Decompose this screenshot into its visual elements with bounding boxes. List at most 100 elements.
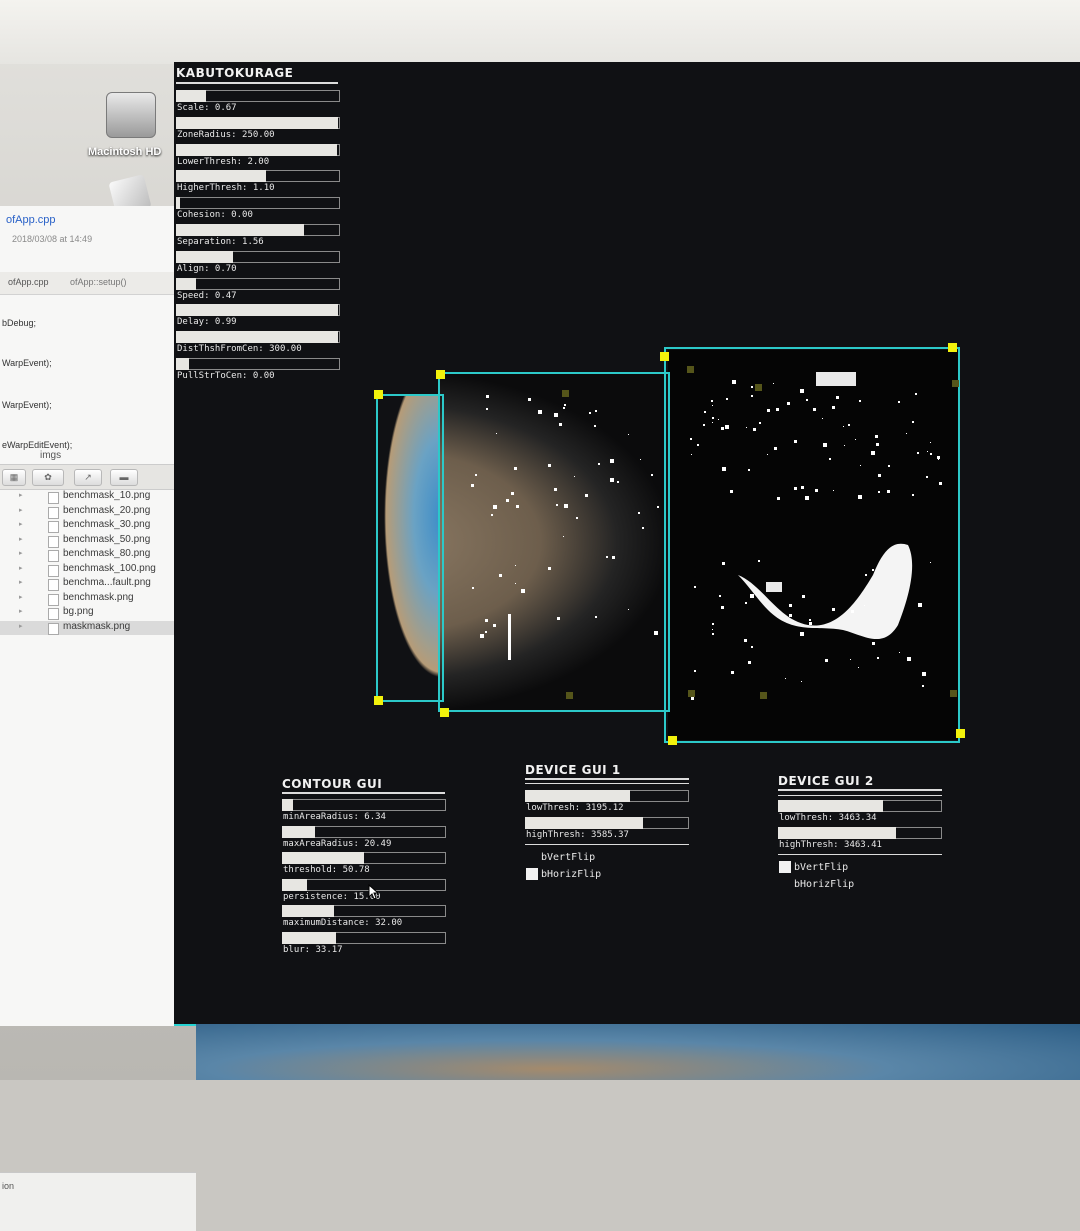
midpoint-handle[interactable] (687, 366, 694, 373)
corner-handle[interactable] (660, 352, 669, 361)
file-list-item[interactable]: ▸ benchmask_100.png (0, 563, 190, 578)
file-title[interactable]: ofApp.cpp (6, 214, 56, 226)
slider-fill[interactable] (176, 116, 338, 129)
disclosure-triangle-icon[interactable]: ▸ (19, 593, 23, 601)
midpoint-handle[interactable] (688, 690, 695, 697)
corner-handle[interactable] (374, 390, 383, 399)
disclosure-triangle-icon[interactable]: ▸ (19, 607, 23, 615)
toggle-label[interactable]: bHorizFlip (794, 879, 854, 890)
warp-quad-2[interactable] (438, 372, 670, 712)
slider-fill[interactable] (282, 799, 293, 811)
slider-label: threshold: 50.78 (283, 865, 370, 875)
warp-quad-1[interactable] (376, 394, 444, 702)
hard-drive-icon[interactable] (106, 92, 156, 138)
slider-fill[interactable] (176, 197, 180, 210)
slider-track[interactable] (176, 197, 340, 210)
slider-fill[interactable] (778, 827, 896, 839)
kabuto-gui-title: KABUTOKURAGE (176, 66, 294, 80)
disclosure-triangle-icon[interactable]: ▸ (19, 520, 23, 528)
toggle-checkbox[interactable] (779, 878, 791, 890)
toggle-checkbox[interactable] (779, 861, 791, 873)
file-name: benchmask_50.png (63, 533, 151, 545)
tag-icon[interactable]: ▬ (110, 469, 138, 486)
file-list-item[interactable]: ▸ benchmask_30.png (0, 519, 190, 534)
contour-gui-title: CONTOUR GUI (282, 777, 383, 791)
tab-ofapp-cpp[interactable]: ofApp.cpp (8, 277, 49, 287)
tab-ofapp-setup[interactable]: ofApp::setup() (70, 277, 127, 287)
menu-bar (0, 0, 1080, 64)
slider-fill[interactable] (176, 90, 206, 102)
device-gui-1-rule-2 (525, 783, 689, 784)
midpoint-handle[interactable] (566, 692, 573, 699)
file-list-item[interactable]: ▸ benchmask_10.png (0, 490, 190, 505)
slider-fill[interactable] (525, 817, 643, 829)
slider-fill[interactable] (282, 931, 336, 944)
share-icon[interactable]: ↗ (74, 469, 102, 486)
file-list-item[interactable]: ▸ benchmask_50.png (0, 534, 190, 549)
slider-label: Scale: 0.67 (177, 103, 237, 113)
slider-fill[interactable] (176, 277, 196, 290)
corner-handle[interactable] (374, 696, 383, 705)
code-line: WarpEvent); (2, 400, 52, 410)
toggle-checkbox[interactable] (526, 868, 538, 880)
disclosure-triangle-icon[interactable]: ▸ (19, 549, 23, 557)
slider-label: lowThresh: 3195.12 (526, 803, 624, 813)
warp-quad-3[interactable] (664, 347, 960, 743)
toggle-label[interactable]: bVertFlip (794, 862, 848, 873)
device-gui-2-title: DEVICE GUI 2 (778, 774, 874, 788)
toggle-label[interactable]: bVertFlip (541, 852, 595, 863)
slider-fill[interactable] (176, 143, 337, 156)
contour-gui-rule (282, 792, 445, 794)
file-list-item[interactable]: ▸ benchmask.png (0, 592, 190, 607)
midpoint-handle[interactable] (562, 390, 569, 397)
slider-fill[interactable] (282, 878, 307, 891)
disclosure-triangle-icon[interactable]: ▸ (19, 578, 23, 586)
png-file-icon (48, 564, 59, 577)
slider-fill[interactable] (176, 224, 304, 236)
slider-fill[interactable] (176, 304, 338, 317)
file-list-item[interactable]: ▸ benchma...fault.png (0, 577, 190, 592)
file-list-item[interactable]: ▸ bg.png (0, 606, 190, 621)
midpoint-handle[interactable] (952, 380, 959, 387)
file-list-item[interactable]: ▸ benchmask_20.png (0, 505, 190, 520)
slider-label: persistence: 15.00 (283, 891, 381, 902)
disclosure-triangle-icon[interactable]: ▸ (19, 622, 23, 630)
slider-fill[interactable] (176, 358, 189, 370)
corner-handle[interactable] (956, 729, 965, 738)
slider-fill[interactable] (176, 331, 338, 344)
slider-fill[interactable] (282, 905, 334, 917)
disclosure-triangle-icon[interactable]: ▸ (19, 506, 23, 514)
corner-handle[interactable] (436, 370, 445, 379)
slider-fill[interactable] (282, 825, 315, 838)
slider-fill[interactable] (525, 790, 630, 802)
view-toggle-icon[interactable]: ▦ (2, 469, 26, 486)
slider-fill[interactable] (778, 800, 883, 812)
midpoint-handle[interactable] (755, 384, 762, 391)
corner-handle[interactable] (440, 708, 449, 717)
editor-tabs: ofApp.cpp ofApp::setup() (0, 272, 190, 295)
disclosure-triangle-icon[interactable]: ▸ (19, 535, 23, 543)
disclosure-triangle-icon[interactable]: ▸ (19, 491, 23, 499)
corner-handle[interactable] (668, 736, 677, 745)
slider-track[interactable] (176, 358, 340, 370)
corner-handle[interactable] (948, 343, 957, 352)
slider-label: LowerThresh: 2.00 (177, 156, 270, 167)
file-name: bg.png (63, 606, 94, 617)
disclosure-triangle-icon[interactable]: ▸ (19, 564, 23, 572)
png-file-icon (48, 579, 59, 591)
gear-icon[interactable]: ✿ (32, 469, 64, 486)
file-list-item[interactable]: ▸ benchmask_80.png (0, 548, 190, 563)
toggle-label[interactable]: bHorizFlip (541, 869, 601, 880)
file-list-item[interactable]: ▸ maskmask.png (0, 620, 190, 635)
slider-label: blur: 33.17 (283, 944, 343, 955)
png-file-icon (48, 608, 59, 620)
slider-fill[interactable] (176, 170, 266, 183)
slider-track[interactable] (176, 277, 340, 290)
slider-track[interactable] (282, 799, 446, 811)
midpoint-handle[interactable] (760, 692, 767, 699)
midpoint-handle[interactable] (950, 690, 957, 697)
toggle-checkbox[interactable] (526, 851, 538, 863)
slider-fill[interactable] (282, 852, 364, 864)
slider-fill[interactable] (176, 250, 233, 263)
slider-label: minAreaRadius: 6.34 (283, 812, 386, 822)
